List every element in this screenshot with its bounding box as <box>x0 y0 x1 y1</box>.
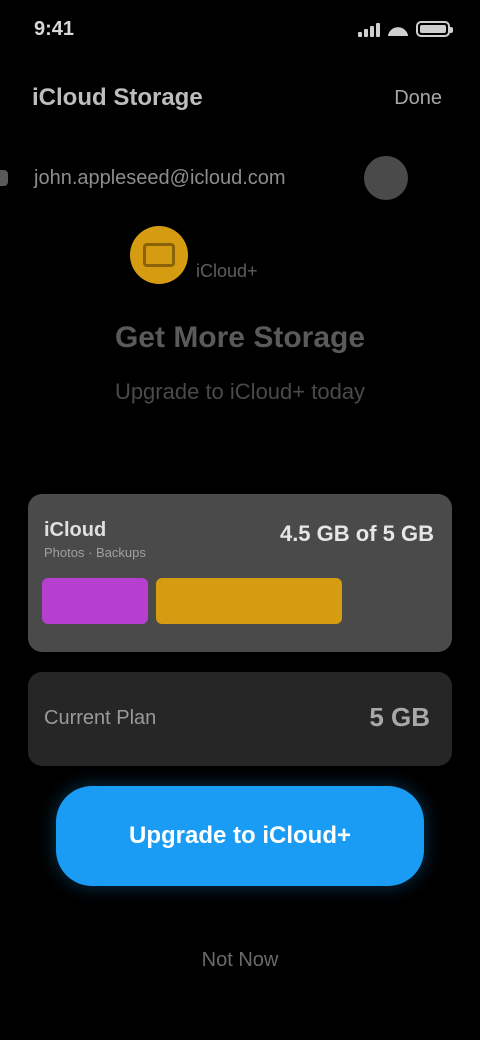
storage-card-subtitle: Photos · Backups <box>44 545 146 560</box>
done-button[interactable]: Done <box>394 82 442 114</box>
plan-value: 5 GB <box>369 702 430 732</box>
storage-card[interactable]: iCloud 4.5 GB of 5 GB Photos · Backups <box>28 494 452 652</box>
storage-segment-photos <box>42 578 148 624</box>
upgrade-button[interactable]: Upgrade to iCloud+ <box>56 786 424 886</box>
storage-segment-backups <box>156 578 342 624</box>
status-bar-icons <box>358 14 453 44</box>
storage-usage-value: 4.5 GB of 5 GB <box>279 521 434 546</box>
status-bar-time: 9:41 <box>34 18 75 40</box>
cellular-signal-icon <box>358 21 380 37</box>
account-email: john.appleseed@icloud.com <box>34 167 286 189</box>
storage-usage-bar <box>42 578 438 624</box>
hero-title: Get More Storage <box>114 321 366 354</box>
storage-segment-free <box>350 578 437 624</box>
not-now-link[interactable]: Not Now <box>0 938 480 982</box>
hero-subtitle: Upgrade to iCloud+ today <box>114 379 366 404</box>
current-plan-row[interactable]: Current Plan 5 GB <box>28 672 452 766</box>
chevron-left-icon <box>0 170 8 186</box>
account-row[interactable]: john.appleseed@icloud.com <box>0 152 480 204</box>
hero-label: iCloud+ <box>196 261 258 281</box>
battery-icon <box>416 21 453 37</box>
wifi-icon <box>388 22 408 36</box>
plan-label: Current Plan <box>44 707 157 729</box>
page-title: iCloud Storage <box>32 84 203 111</box>
avatar[interactable] <box>364 156 408 200</box>
cloud-icon <box>130 226 188 284</box>
